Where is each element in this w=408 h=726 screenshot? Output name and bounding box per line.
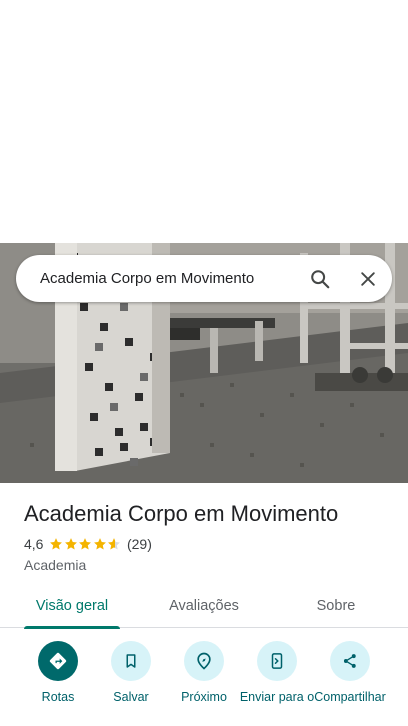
tab-overview[interactable]: Visão geral: [24, 584, 120, 629]
search-input[interactable]: Academia Corpo em Movimento: [40, 270, 296, 287]
tab-about[interactable]: Sobre: [290, 584, 382, 628]
share-circle: [330, 641, 370, 681]
send-to-phone-button[interactable]: Enviar para o: [239, 641, 315, 704]
search-button[interactable]: [296, 255, 344, 302]
search-icon: [311, 269, 330, 288]
tab-label: Visão geral: [35, 598, 109, 614]
review-count[interactable]: (29): [127, 536, 152, 552]
bookmark-icon: [126, 654, 136, 668]
rating-value: 4,6: [24, 536, 44, 552]
tab-label: Sobre: [316, 598, 356, 614]
rating-stars: [49, 537, 122, 551]
place-tabs: Visão geral Avaliações Sobre: [0, 584, 408, 629]
star-icon: [50, 538, 63, 550]
tab-reviews[interactable]: Avaliações: [152, 584, 256, 628]
clear-search-button[interactable]: [344, 255, 392, 302]
tab-label: Avaliações: [169, 598, 239, 614]
nearby-icon: [197, 652, 211, 670]
save-label: Salvar: [113, 690, 149, 704]
nearby-label: Próximo: [181, 690, 227, 704]
save-button[interactable]: Salvar: [93, 641, 169, 704]
directions-icon: [49, 652, 67, 670]
send-to-phone-circle: [257, 641, 297, 681]
search-bar[interactable]: Academia Corpo em Movimento: [16, 255, 392, 302]
share-button[interactable]: Compartilhar: [312, 641, 388, 704]
send-to-phone-label: Enviar para o: [239, 690, 315, 704]
star-icon: [65, 538, 77, 550]
active-tab-indicator: [24, 626, 120, 629]
nearby-button[interactable]: Próximo: [166, 641, 242, 704]
half-star-icon: [108, 538, 121, 550]
send-to-phone-icon: [271, 653, 283, 669]
close-icon: [361, 271, 375, 286]
star-icon: [94, 538, 106, 550]
place-title: Academia Corpo em Movimento: [24, 501, 339, 526]
action-bar: Rotas Salvar Próximo Enviar para o Compa…: [0, 641, 408, 726]
directions-circle: [38, 641, 78, 681]
directions-button[interactable]: Rotas: [20, 641, 96, 704]
share-label: Compartilhar: [314, 690, 386, 704]
place-category[interactable]: Academia: [24, 557, 86, 573]
nearby-circle: [184, 641, 224, 681]
rating-row[interactable]: 4,6 (29): [24, 536, 152, 552]
share-icon: [343, 654, 356, 668]
directions-label: Rotas: [41, 690, 75, 704]
star-icon: [79, 538, 92, 550]
save-circle: [111, 641, 151, 681]
